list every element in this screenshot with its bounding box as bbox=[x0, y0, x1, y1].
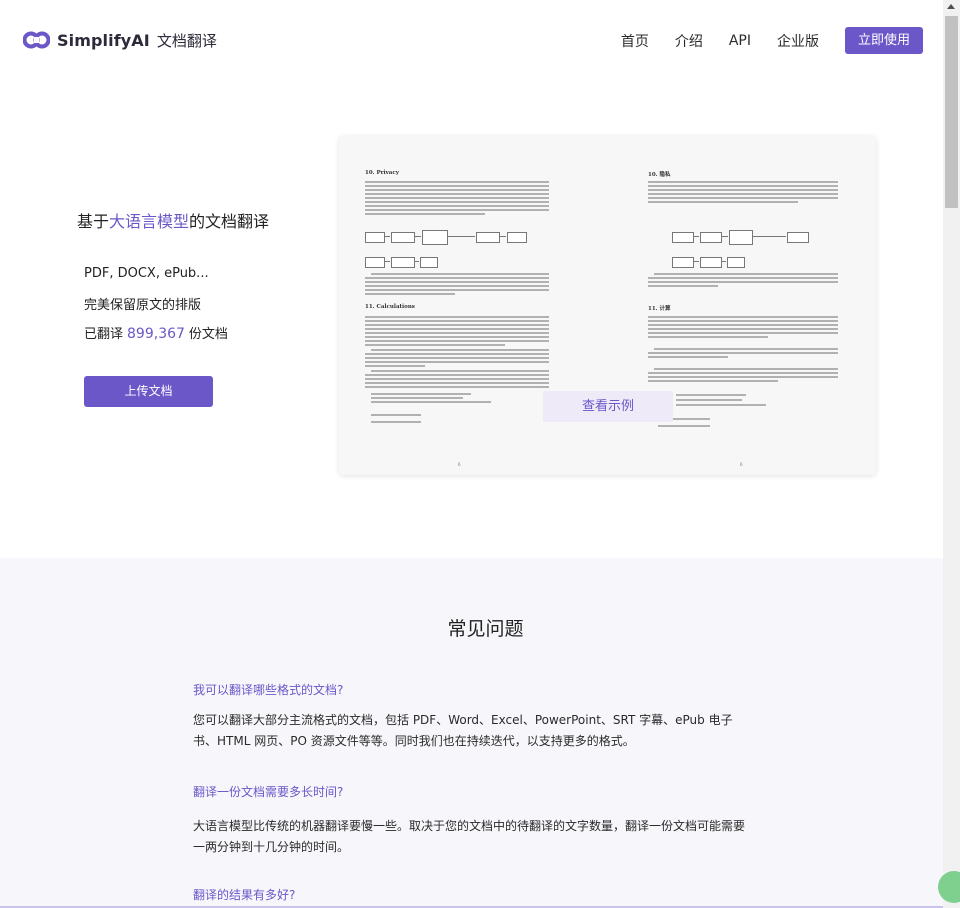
nav-enterprise[interactable]: 企业版 bbox=[777, 31, 819, 51]
page-number-left: 6 bbox=[458, 462, 461, 467]
faq-question-duration[interactable]: 翻译一份文档需要多长时间? bbox=[193, 783, 343, 800]
feature-formats: PDF, DOCX, ePub... bbox=[84, 266, 209, 281]
logo[interactable]: SimplifyAI 文档翻译 bbox=[23, 28, 217, 52]
top-nav: 首页 介绍 API 企业版 立即使用 bbox=[621, 27, 923, 54]
view-example-button[interactable]: 查看示例 bbox=[543, 391, 673, 422]
translated-suffix: 份文档 bbox=[188, 327, 228, 342]
upload-document-button[interactable]: 上传文档 bbox=[84, 376, 213, 407]
faq-answer-duration: 大语言模型比传统的机器翻译要慢一些。取决于您的文档中的待翻译的文字数量，翻译一份… bbox=[193, 819, 746, 854]
faq-answer-formats: 您可以翻译大部分主流格式的文档，包括 PDF、Word、Excel、PowerP… bbox=[193, 713, 733, 748]
original-document-preview: 10. Privacy 11. Calculations 6 bbox=[339, 136, 607, 475]
nav-api[interactable]: API bbox=[729, 33, 751, 49]
scroll-up-arrow-icon[interactable] bbox=[947, 4, 955, 9]
page-number-right: 6 bbox=[740, 462, 743, 467]
hero-title-highlight: 大语言模型 bbox=[109, 212, 190, 231]
nav-home[interactable]: 首页 bbox=[621, 31, 649, 51]
hero-title: 基于大语言模型的文档翻译 bbox=[77, 208, 269, 232]
translated-document-preview: 10. 隐私 11. 计算 6 bbox=[608, 136, 876, 475]
faq-question-formats[interactable]: 我可以翻译哪些格式的文档? bbox=[193, 681, 343, 698]
hero-section: 基于大语言模型的文档翻译 PDF, DOCX, ePub... 完美保留原文的排… bbox=[0, 80, 943, 558]
translated-count: 899,367 bbox=[127, 326, 185, 342]
translation-preview[interactable]: 10. Privacy 11. Calculations 6 10. 隐私 11… bbox=[339, 136, 876, 475]
doc-heading-privacy: 10. Privacy bbox=[365, 170, 399, 176]
page: SimplifyAI 文档翻译 首页 介绍 API 企业版 立即使用 基于大语言… bbox=[0, 0, 943, 908]
doc-heading-privacy-zh: 10. 隐私 bbox=[648, 172, 671, 178]
hero-title-suffix: 的文档翻译 bbox=[189, 212, 270, 231]
logo-icon bbox=[23, 31, 50, 49]
hero-title-prefix: 基于 bbox=[77, 212, 110, 231]
brand-name: SimplifyAI bbox=[57, 30, 150, 50]
faq-section: 常见问题 我可以翻译哪些格式的文档? 您可以翻译大部分主流格式的文档，包括 PD… bbox=[0, 558, 943, 908]
header: SimplifyAI 文档翻译 首页 介绍 API 企业版 立即使用 bbox=[0, 0, 943, 80]
use-now-button[interactable]: 立即使用 bbox=[844, 27, 923, 54]
vertical-scrollbar[interactable] bbox=[943, 0, 960, 908]
product-name: 文档翻译 bbox=[156, 31, 217, 50]
nav-intro[interactable]: 介绍 bbox=[675, 31, 703, 51]
doc-heading-calculations: 11. Calculations bbox=[365, 304, 415, 310]
scroll-thumb[interactable] bbox=[945, 16, 958, 208]
faq-title: 常见问题 bbox=[447, 618, 524, 640]
doc-heading-calculations-zh: 11. 计算 bbox=[648, 306, 671, 312]
feature-layout: 完美保留原文的排版 bbox=[84, 298, 202, 313]
faq-question-quality[interactable]: 翻译的结果有多好? bbox=[193, 886, 295, 903]
translated-prefix: 已翻译 bbox=[84, 327, 124, 342]
feature-translated-count: 已翻译 899,367 份文档 bbox=[84, 323, 228, 342]
